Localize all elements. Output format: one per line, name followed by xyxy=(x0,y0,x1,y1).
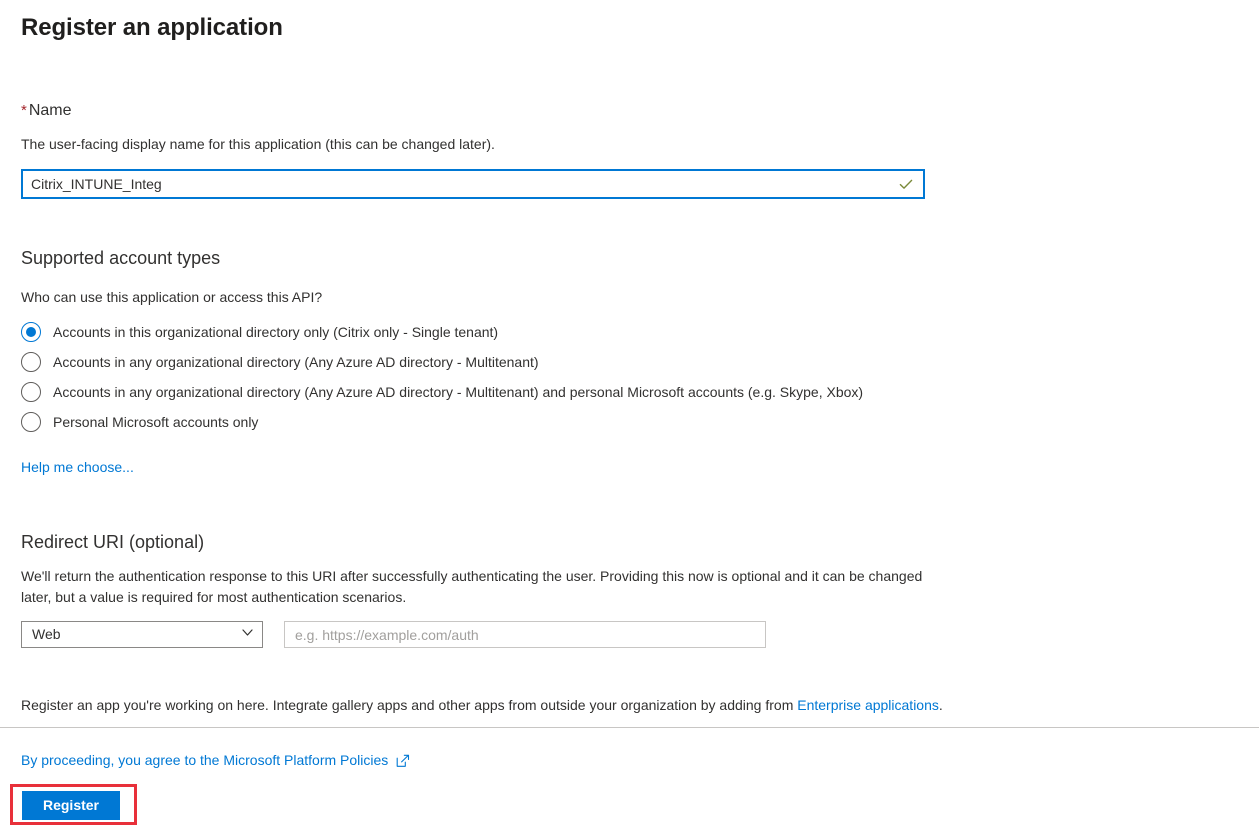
page-title: Register an application xyxy=(21,14,283,41)
radio-option-single-tenant[interactable]: Accounts in this organizational director… xyxy=(21,317,1021,347)
help-me-choose-link[interactable]: Help me choose... xyxy=(21,458,134,477)
chevron-down-icon xyxy=(241,626,254,644)
radio-icon xyxy=(21,352,41,372)
radio-option-multitenant-personal[interactable]: Accounts in any organizational directory… xyxy=(21,377,1021,407)
name-input[interactable] xyxy=(23,171,893,197)
platform-policies-row: By proceeding, you agree to the Microsof… xyxy=(21,751,410,770)
microsoft-platform-policies-link[interactable]: By proceeding, you agree to the Microsof… xyxy=(21,751,388,770)
gallery-apps-note-text: Register an app you're working on here. … xyxy=(21,697,798,713)
supported-account-types-question: Who can use this application or access t… xyxy=(21,289,323,305)
redirect-uri-platform-value: Web xyxy=(32,626,61,642)
check-icon xyxy=(893,171,919,197)
name-input-wrapper[interactable] xyxy=(21,169,925,199)
name-field-description: The user-facing display name for this ap… xyxy=(21,136,495,152)
footer-divider xyxy=(0,727,1259,728)
required-asterisk: * xyxy=(21,102,27,119)
gallery-apps-note-period: . xyxy=(938,697,943,713)
redirect-uri-description: We'll return the authentication response… xyxy=(21,568,923,605)
radio-icon xyxy=(21,382,41,402)
redirect-uri-heading: Redirect URI (optional) xyxy=(21,532,205,552)
radio-icon xyxy=(21,412,41,432)
supported-account-types-heading: Supported account types xyxy=(21,248,221,268)
external-link-icon xyxy=(396,754,410,768)
radio-option-label: Accounts in any organizational directory… xyxy=(53,353,539,370)
redirect-uri-controls: Web xyxy=(21,621,766,648)
name-field-label: * Name xyxy=(21,100,72,121)
radio-option-multitenant[interactable]: Accounts in any organizational directory… xyxy=(21,347,1021,377)
radio-option-personal-only[interactable]: Personal Microsoft accounts only xyxy=(21,407,1021,437)
account-type-radio-group: Accounts in this organizational director… xyxy=(21,317,1021,437)
radio-icon xyxy=(21,322,41,342)
redirect-uri-input[interactable] xyxy=(284,621,766,648)
radio-option-label: Personal Microsoft accounts only xyxy=(53,413,259,430)
radio-option-label: Accounts in this organizational director… xyxy=(53,323,499,340)
register-button[interactable]: Register xyxy=(22,791,120,820)
redirect-uri-platform-select[interactable]: Web xyxy=(21,621,263,648)
gallery-apps-note: Register an app you're working on here. … xyxy=(21,696,943,715)
register-application-page: Register an application * Name The user-f… xyxy=(0,0,1259,840)
name-label-text: Name xyxy=(28,102,72,119)
radio-option-label: Accounts in any organizational directory… xyxy=(53,383,864,400)
enterprise-applications-link[interactable]: Enterprise applications xyxy=(797,697,939,713)
